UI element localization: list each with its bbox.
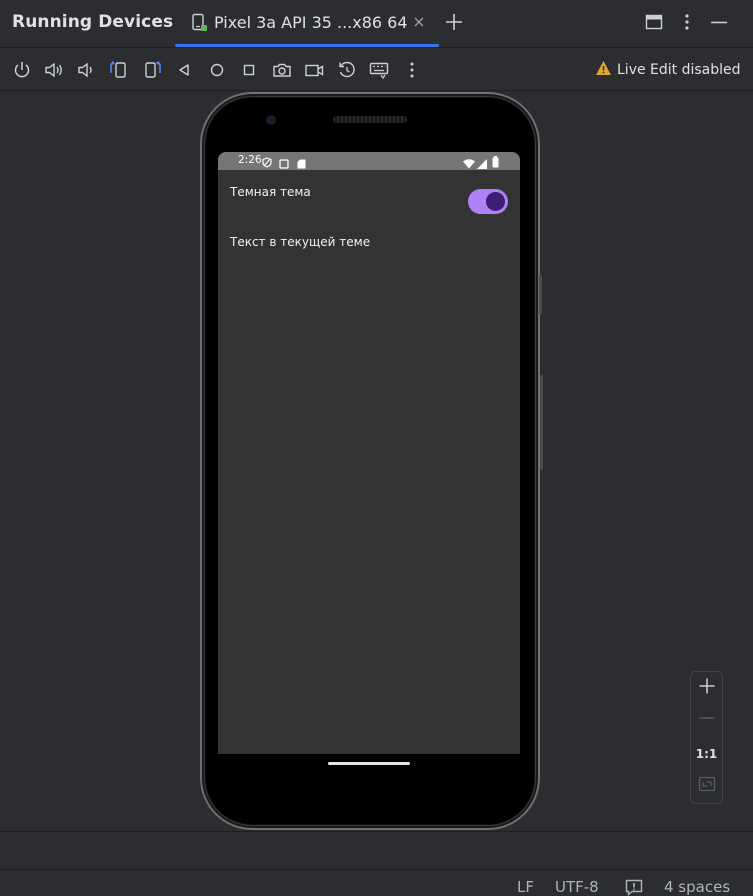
- more-options-icon[interactable]: [677, 12, 697, 32]
- notification-icon: [279, 156, 289, 174]
- volume-down-icon[interactable]: [75, 59, 97, 81]
- panel-title: Running Devices: [12, 12, 174, 32]
- switch-thumb: [486, 192, 505, 211]
- device-volume-rocker: [540, 375, 543, 470]
- line-separator-widget[interactable]: LF: [517, 878, 534, 896]
- live-edit-label: Live Edit disabled: [617, 62, 741, 78]
- power-icon[interactable]: [11, 59, 33, 81]
- minimize-icon[interactable]: [709, 12, 729, 32]
- encoding-widget[interactable]: UTF-8: [555, 878, 599, 896]
- android-status-bar: 2:26: [218, 152, 520, 170]
- rotate-left-icon[interactable]: [108, 59, 130, 81]
- device-side-button: [539, 275, 542, 315]
- zoom-fit-button[interactable]: [691, 770, 722, 802]
- device-tab-icon: [191, 13, 209, 33]
- bottom-divider: [0, 831, 753, 832]
- indent-widget[interactable]: 4 spaces: [664, 878, 730, 896]
- screen-record-icon[interactable]: [303, 59, 325, 81]
- zoom-out-button[interactable]: [691, 704, 722, 736]
- add-tab-icon[interactable]: [444, 12, 464, 32]
- zoom-actual-size-button[interactable]: 1:1: [691, 738, 722, 770]
- notifications-icon[interactable]: [625, 879, 643, 896]
- close-icon[interactable]: [412, 15, 426, 29]
- warning-icon: [595, 60, 612, 80]
- cellular-signal-icon: [477, 156, 487, 174]
- zoom-controls: 1:1: [690, 671, 723, 804]
- battery-icon: [492, 155, 499, 173]
- zoom-actual-size-label: 1:1: [695, 747, 718, 761]
- more-vertical-icon[interactable]: [401, 59, 423, 81]
- tab-device-label[interactable]: Pixel 3a API 35 ...x86 64: [214, 13, 408, 32]
- rotate-right-icon[interactable]: [141, 59, 163, 81]
- fit-screen-icon: [698, 775, 716, 798]
- dark-theme-label: Темная тема: [230, 185, 311, 199]
- window-layout-icon[interactable]: [644, 12, 664, 32]
- keyboard-icon[interactable]: [368, 59, 390, 81]
- front-camera: [266, 115, 276, 125]
- wifi-icon: [463, 156, 475, 174]
- gesture-home-bar[interactable]: [328, 762, 410, 765]
- statusbar-divider: [0, 869, 753, 870]
- status-time: 2:26: [238, 154, 262, 166]
- vpn-shield-icon: [262, 155, 272, 173]
- home-icon[interactable]: [206, 59, 228, 81]
- overview-icon[interactable]: [238, 59, 260, 81]
- back-icon[interactable]: [173, 59, 195, 81]
- current-theme-text: Текст в текущей теме: [230, 235, 371, 249]
- dark-theme-switch[interactable]: [468, 189, 508, 214]
- live-edit-status[interactable]: Live Edit disabled: [595, 60, 741, 80]
- panel-header: Running Devices Pixel 3a API 35 ...x86 6…: [0, 0, 753, 47]
- screenshot-icon[interactable]: [271, 59, 293, 81]
- toolbar-divider: [0, 90, 753, 91]
- running-devices-panel: Running Devices Pixel 3a API 35 ...x86 6…: [0, 0, 753, 896]
- reset-icon[interactable]: [336, 59, 358, 81]
- zoom-in-button[interactable]: [691, 672, 722, 704]
- zoom-in-icon: [698, 677, 716, 700]
- zoom-out-icon: [698, 709, 716, 732]
- volume-up-icon[interactable]: [43, 59, 65, 81]
- sd-card-icon: [297, 156, 306, 174]
- device-screen[interactable]: 2:26 Темная тема Текст в текущей теме: [218, 152, 520, 754]
- earpiece-speaker: [333, 116, 407, 123]
